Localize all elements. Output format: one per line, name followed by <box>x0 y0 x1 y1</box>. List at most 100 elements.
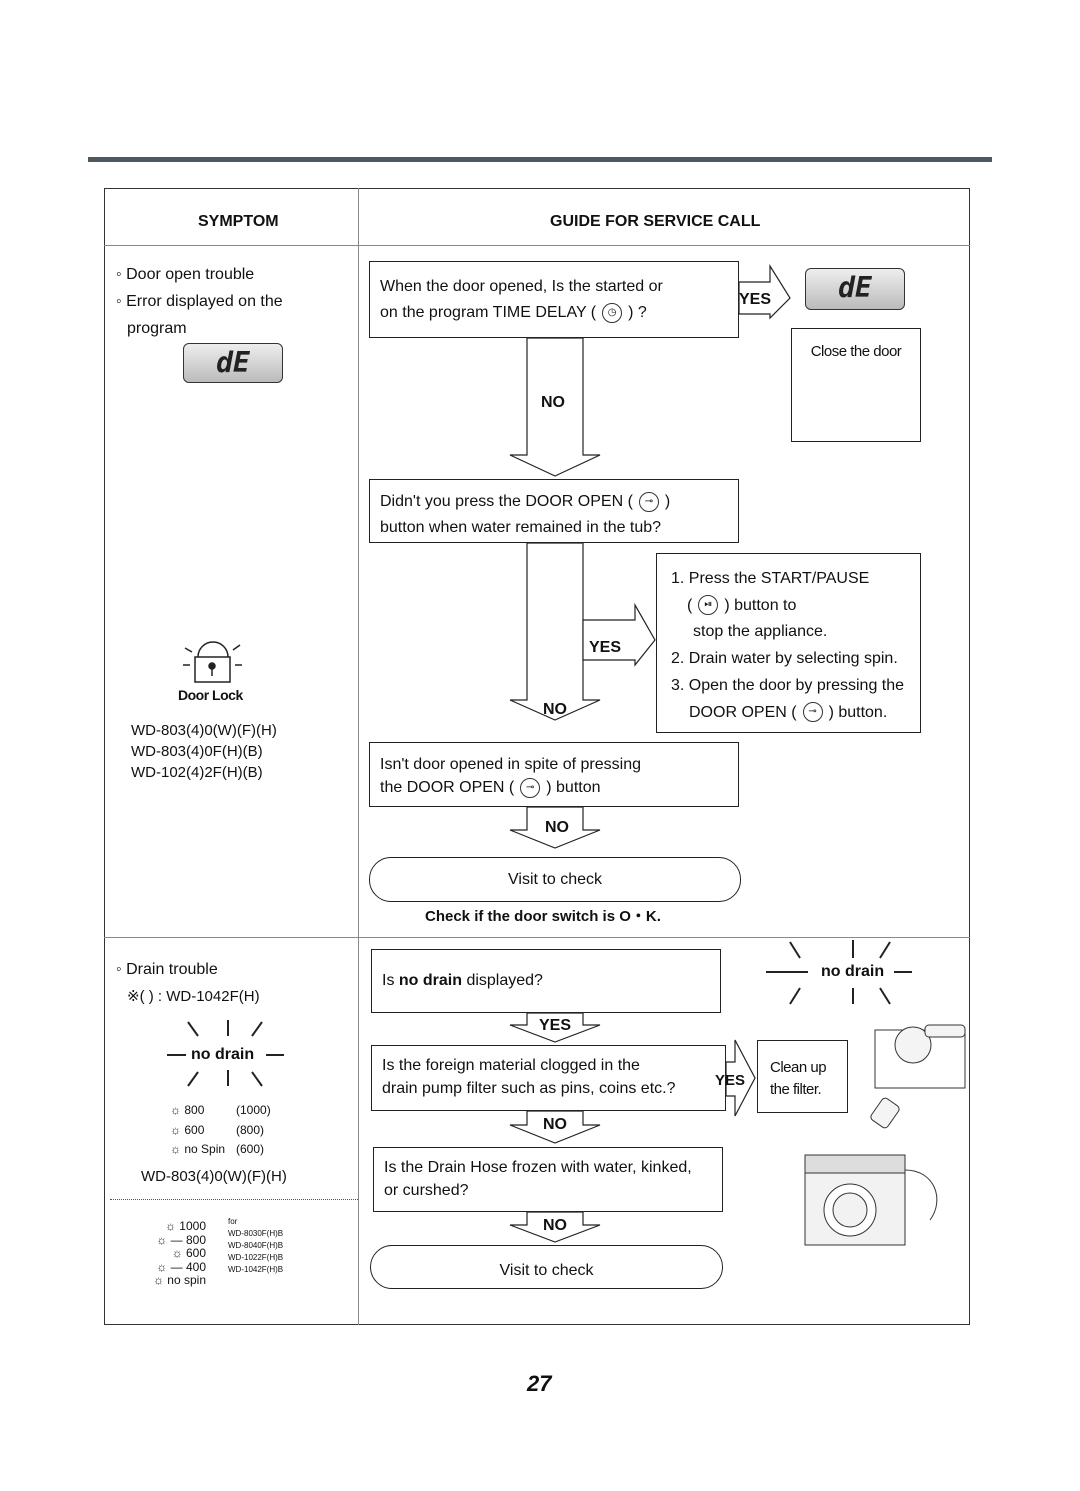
text: — 400 <box>170 1259 206 1274</box>
spin-row: ☼ no Spin (600) <box>170 1142 265 1156</box>
text: Is <box>382 972 399 989</box>
text: the DOOR OPEN ( <box>380 779 515 796</box>
for-models: for WD-8030F(H)B WD-8040F(H)B WD-1022F(H… <box>228 1216 283 1276</box>
door-open-key-icon: ⊸ <box>520 777 541 798</box>
text: 1000 <box>179 1219 206 1233</box>
text: ) <box>664 493 671 510</box>
model: WD-803(4)0F(H)(B) <box>131 743 263 760</box>
washing-machine-icon <box>804 1154 938 1246</box>
text: ☼ no spin <box>152 1273 206 1287</box>
text: Didn't you press the DOOR OPEN ( ⊸) <box>380 489 728 515</box>
text: 600 <box>185 1246 206 1260</box>
visit-to-check: Visit to check <box>370 1245 723 1289</box>
start-pause-icon: ⏯ <box>698 595 719 616</box>
text: ☼ — 800 <box>156 1232 206 1247</box>
text: button when water remained in the tub? <box>380 519 662 536</box>
no-label: NO <box>545 819 569 836</box>
text: 3. Open the door by pressing the <box>671 676 905 694</box>
text: Clean up <box>770 1059 827 1076</box>
spin-list: ☼ 1000 ☼ — 800 ☼ 600 ☼ — 400 ☼ no spin <box>150 1219 206 1288</box>
text: ☼ 1000 <box>164 1219 206 1233</box>
text: no Spin <box>184 1142 226 1156</box>
text: drain pump filter such as pins, coins et… <box>382 1080 676 1097</box>
text: the DOOR OPEN ( ⊸ ) button <box>380 776 728 799</box>
text: ) button <box>546 779 601 796</box>
door-open-key-icon: ⊸ <box>638 491 659 512</box>
text: Didn't you press the DOOR OPEN ( <box>380 493 633 510</box>
no-label: NO <box>543 701 567 718</box>
yes-label: YES <box>539 1017 572 1034</box>
yes-label: YES <box>589 639 622 656</box>
text: ) ? <box>628 304 647 321</box>
text: on the program TIME DELAY ( <box>380 304 597 321</box>
text: Close the door <box>810 343 902 360</box>
model: WD-803(4)0(W)(F)(H) <box>131 722 277 739</box>
symptom-error-displayed: ◦ Error displayed on the <box>116 293 283 310</box>
text: — 800 <box>170 1232 206 1247</box>
text: ( <box>687 596 693 614</box>
spin-row: ☼ 600 (800) <box>170 1122 265 1137</box>
text: When the door opened, Is the started or <box>380 278 663 295</box>
text: no drain <box>398 972 462 989</box>
question-foreign-material: Is the foreign material clogged in the d… <box>371 1045 726 1111</box>
de-display: dE <box>183 343 283 383</box>
text: (1000) <box>236 1103 271 1117</box>
text: ☼ — 400 <box>156 1259 206 1274</box>
visit-to-check: Visit to check <box>369 857 741 902</box>
question-no-drain: Is no drain displayed? <box>371 949 721 1013</box>
model: WD-102(4)2F(H)(B) <box>131 764 263 781</box>
question-door-open-pressed: Didn't you press the DOOR OPEN ( ⊸) butto… <box>369 479 739 543</box>
text: or curshed? <box>384 1182 469 1199</box>
text: for <box>228 1217 238 1226</box>
spin-row: ☼ 800 (1000) <box>170 1103 271 1117</box>
text: on the program TIME DELAY ( ◷ ) ? <box>380 300 728 326</box>
no-label: NO <box>543 1116 567 1133</box>
text: (800) <box>236 1122 265 1137</box>
de-display: dE <box>805 268 905 310</box>
text: Isn't door opened in spite of pressing <box>380 756 641 773</box>
text: no spin <box>167 1273 206 1287</box>
text: WD-1042F(H)B <box>228 1265 284 1274</box>
text: (⏯) button to <box>671 593 920 620</box>
check-door-switch: Check if the door switch is O・K. <box>425 908 661 925</box>
clean-filter-box: Clean up the filter. <box>757 1040 848 1113</box>
text: 600 <box>184 1122 205 1137</box>
model: WD-803(4)0(W)(F)(H) <box>141 1168 287 1185</box>
text: 800 <box>184 1103 205 1117</box>
text: DOOR OPEN ( ⊸ ) button. <box>671 700 920 727</box>
text: WD-8040F(H)B <box>228 1241 284 1250</box>
door-lock-icon <box>183 641 242 683</box>
door-lock-label: Door Lock <box>178 687 243 703</box>
text: ) button. <box>828 703 888 721</box>
no-drain-display: no drain <box>821 963 885 980</box>
question-door-opened: When the door opened, Is the started or … <box>369 261 739 338</box>
steps-box: 1. Press the START/PAUSE (⏯) button to s… <box>656 553 921 733</box>
symptom-model-note: ※( ) : WD-1042F(H) <box>127 988 260 1005</box>
yes-label: YES <box>715 1072 746 1089</box>
page-number: 27 <box>527 1371 552 1396</box>
text: displayed? <box>462 972 543 989</box>
text: WD-1022F(H)B <box>228 1253 284 1262</box>
close-door-box: Close the door <box>791 328 921 442</box>
text: DOOR OPEN ( <box>689 703 797 721</box>
text: 1. Press the START/PAUSE <box>671 570 870 587</box>
no-label: NO <box>541 394 565 411</box>
text: WD-8030F(H)B <box>228 1229 284 1238</box>
text: ☼ 600 <box>171 1246 206 1260</box>
text: (600) <box>236 1142 265 1156</box>
text: 2. Drain water by selecting spin. <box>671 650 898 668</box>
text: stop the appliance. <box>693 623 828 641</box>
no-drain-display: no drain <box>191 1046 255 1063</box>
spin-table: ☼ 800 (1000) ☼ 600 (800) ☼ no Spin (600) <box>170 1101 271 1160</box>
symptom-door-open: ◦ Door open trouble <box>116 266 255 283</box>
symptom-drain-trouble: ◦ Drain trouble <box>116 961 218 978</box>
manual-page: SYMPTOM GUIDE FOR SERVICE CALL ◦ Door op… <box>0 0 1080 1491</box>
text: Is the foreign material clogged in the <box>382 1057 640 1074</box>
text: the filter. <box>770 1081 822 1098</box>
text: Is the Drain Hose frozen with water, kin… <box>384 1159 692 1176</box>
question-door-not-opened: Isn't door opened in spite of pressing t… <box>369 742 739 807</box>
time-delay-icon: ◷ <box>602 302 623 323</box>
yes-label: YES <box>739 291 772 308</box>
no-label: NO <box>543 1217 567 1234</box>
door-open-key-icon: ⊸ <box>802 702 823 723</box>
